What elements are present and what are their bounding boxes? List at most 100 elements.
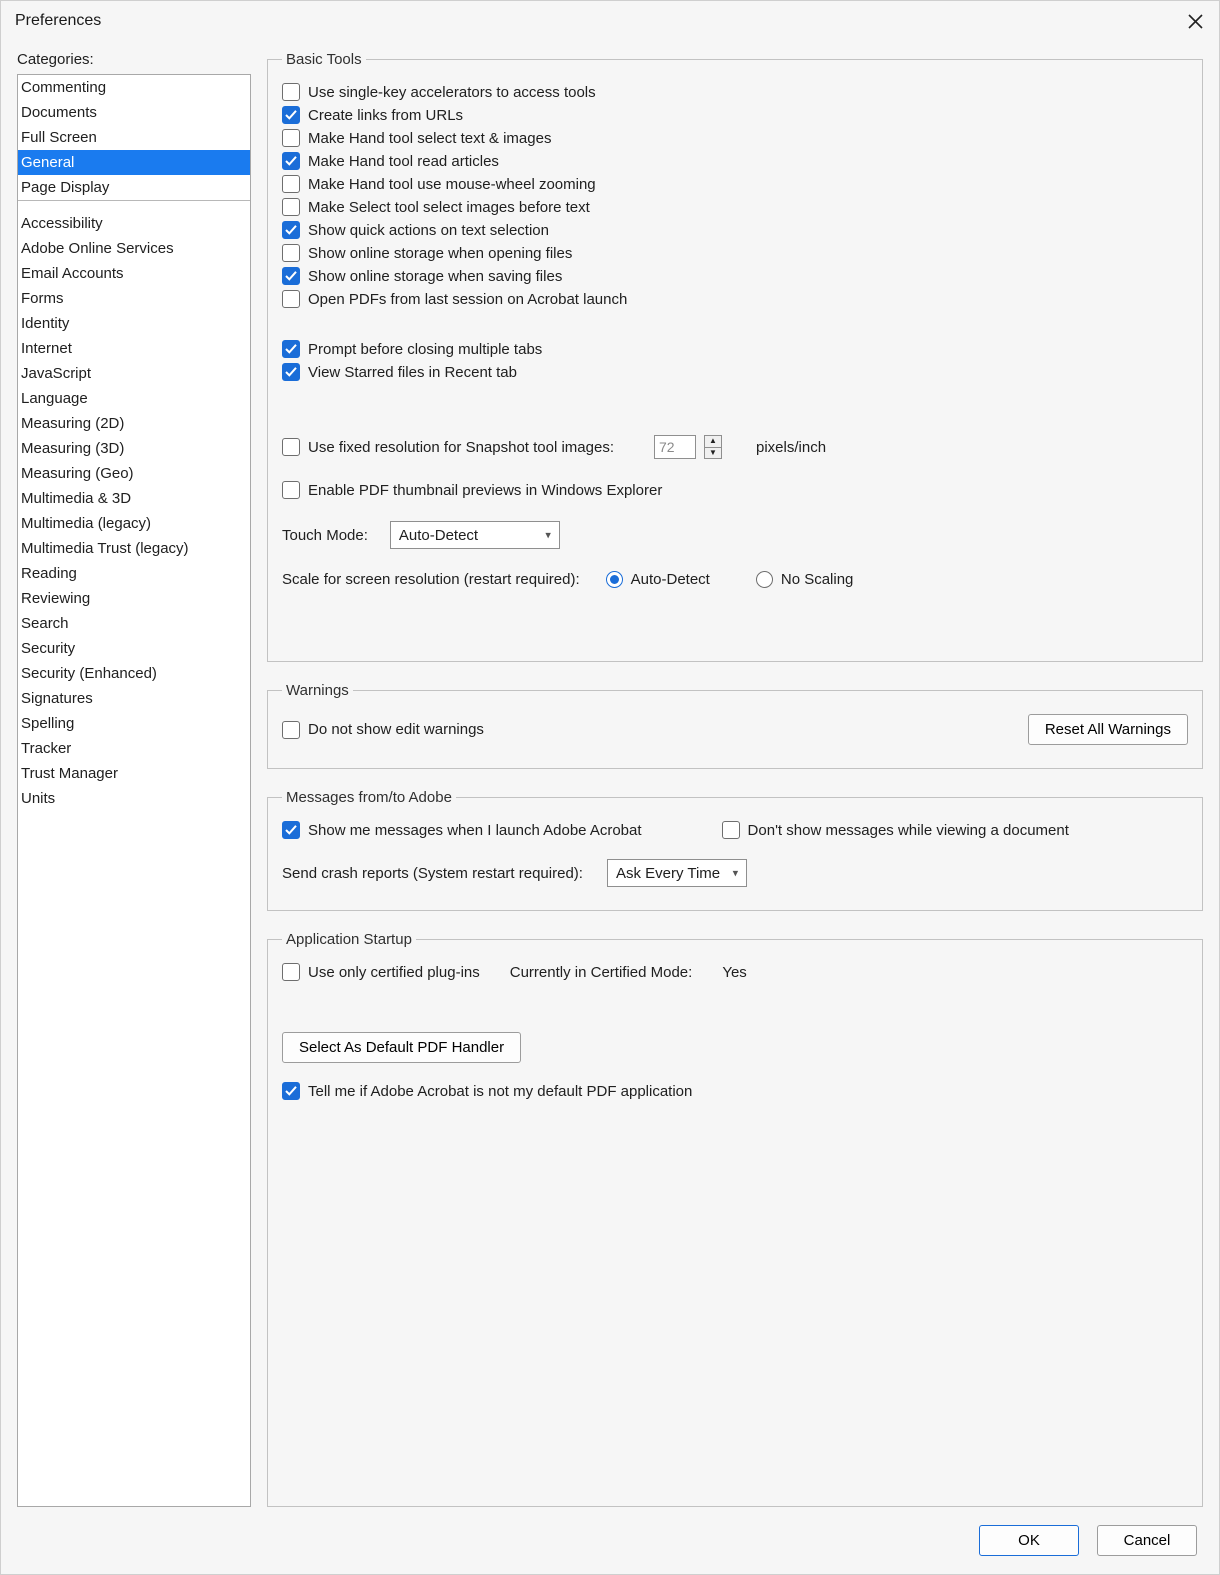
category-item[interactable]: Security (Enhanced)	[18, 661, 250, 686]
checkbox[interactable]	[282, 106, 300, 124]
window-title: Preferences	[15, 12, 101, 30]
category-item[interactable]: Reading	[18, 561, 250, 586]
certified-plugins-checkbox[interactable]	[282, 963, 300, 981]
checkbox-label: Make Select tool select images before te…	[308, 199, 590, 216]
show-messages-checkbox[interactable]	[282, 821, 300, 839]
checkbox[interactable]	[282, 221, 300, 239]
categories-heading: Categories:	[17, 51, 251, 68]
category-item[interactable]: Identity	[18, 311, 250, 336]
checkbox-row: Show online storage when saving files	[282, 267, 1188, 285]
category-item[interactable]: Language	[18, 386, 250, 411]
category-item[interactable]: Documents	[18, 100, 250, 125]
checkbox[interactable]	[282, 175, 300, 193]
default-pdf-handler-button[interactable]: Select As Default PDF Handler	[282, 1032, 521, 1063]
cancel-button[interactable]: Cancel	[1097, 1525, 1197, 1556]
category-item[interactable]: Full Screen	[18, 125, 250, 150]
dont-show-messages-label: Don't show messages while viewing a docu…	[748, 822, 1069, 839]
main-column: Basic Tools Use single-key accelerators …	[267, 51, 1203, 1507]
checkbox-row: Make Hand tool select text & images	[282, 129, 1188, 147]
checkbox-row: Use single-key accelerators to access to…	[282, 83, 1188, 101]
checkbox-row: Make Hand tool read articles	[282, 152, 1188, 170]
checkbox[interactable]	[282, 198, 300, 216]
dont-show-messages-checkbox[interactable]	[722, 821, 740, 839]
checkbox-row: Show online storage when opening files	[282, 244, 1188, 262]
checkbox[interactable]	[282, 340, 300, 358]
category-item[interactable]: Measuring (Geo)	[18, 461, 250, 486]
category-item[interactable]: Measuring (3D)	[18, 436, 250, 461]
titlebar: Preferences	[1, 1, 1219, 41]
category-item[interactable]: Multimedia & 3D	[18, 486, 250, 511]
checkbox-row: Open PDFs from last session on Acrobat l…	[282, 290, 1188, 308]
category-item[interactable]: Multimedia Trust (legacy)	[18, 536, 250, 561]
certified-plugins-label: Use only certified plug-ins	[308, 964, 480, 981]
warnings-legend: Warnings	[282, 682, 353, 699]
warnings-group: Warnings Do not show edit warnings Reset…	[267, 682, 1203, 769]
crash-reports-label: Send crash reports (System restart requi…	[282, 865, 583, 882]
category-item[interactable]: Email Accounts	[18, 261, 250, 286]
scale-no-scaling-radio[interactable]	[756, 571, 773, 588]
checkbox[interactable]	[282, 152, 300, 170]
checkbox-row: Create links from URLs	[282, 106, 1188, 124]
ok-button[interactable]: OK	[979, 1525, 1079, 1556]
edit-warnings-label: Do not show edit warnings	[308, 721, 484, 738]
category-item[interactable]: General	[18, 150, 250, 175]
dialog-body: Categories: CommentingDocumentsFull Scre…	[1, 41, 1219, 1507]
scale-auto-detect-radio[interactable]	[606, 571, 623, 588]
snapshot-checkbox[interactable]	[282, 438, 300, 456]
category-item[interactable]: Units	[18, 786, 250, 811]
checkbox-row: Make Select tool select images before te…	[282, 198, 1188, 216]
category-item[interactable]: Tracker	[18, 736, 250, 761]
checkbox[interactable]	[282, 244, 300, 262]
snapshot-spinner[interactable]: ▲▼	[704, 435, 722, 459]
category-item[interactable]: Internet	[18, 336, 250, 361]
checkbox[interactable]	[282, 83, 300, 101]
show-messages-label: Show me messages when I launch Adobe Acr…	[308, 822, 642, 839]
checkbox[interactable]	[282, 267, 300, 285]
category-item[interactable]: Search	[18, 611, 250, 636]
startup-legend: Application Startup	[282, 931, 416, 948]
category-item[interactable]: Page Display	[18, 175, 250, 200]
category-item[interactable]: Forms	[18, 286, 250, 311]
checkbox-label: Use single-key accelerators to access to…	[308, 84, 596, 101]
certified-mode-value: Yes	[722, 964, 746, 981]
checkbox-label: Show quick actions on text selection	[308, 222, 549, 239]
checkbox[interactable]	[282, 363, 300, 381]
preferences-dialog: Preferences Categories: CommentingDocume…	[0, 0, 1220, 1575]
touch-mode-value: Auto-Detect	[399, 527, 478, 544]
checkbox-row: Make Hand tool use mouse-wheel zooming	[282, 175, 1188, 193]
category-item[interactable]: Multimedia (legacy)	[18, 511, 250, 536]
checkbox-row: Prompt before closing multiple tabs	[282, 340, 1188, 358]
snapshot-unit: pixels/inch	[756, 439, 826, 456]
default-app-checkbox[interactable]	[282, 1082, 300, 1100]
category-item[interactable]: Trust Manager	[18, 761, 250, 786]
category-item[interactable]: Adobe Online Services	[18, 236, 250, 261]
checkbox-row: View Starred files in Recent tab	[282, 363, 1188, 381]
category-item[interactable]: Reviewing	[18, 586, 250, 611]
snapshot-label: Use fixed resolution for Snapshot tool i…	[308, 439, 614, 456]
basic-tools-group: Basic Tools Use single-key accelerators …	[267, 51, 1203, 662]
checkbox[interactable]	[282, 129, 300, 147]
scale-row: Scale for screen resolution (restart req…	[282, 571, 1188, 588]
touch-mode-select[interactable]: Auto-Detect ▾	[390, 521, 560, 549]
category-item[interactable]: Security	[18, 636, 250, 661]
thumbnail-checkbox[interactable]	[282, 481, 300, 499]
crash-reports-select[interactable]: Ask Every Time ▾	[607, 859, 747, 887]
checkbox-label: Prompt before closing multiple tabs	[308, 341, 542, 358]
categories-column: Categories: CommentingDocumentsFull Scre…	[17, 51, 251, 1507]
close-icon[interactable]	[1185, 11, 1205, 31]
edit-warnings-checkbox[interactable]	[282, 721, 300, 739]
chevron-down-icon: ▾	[545, 529, 551, 542]
category-item[interactable]: Measuring (2D)	[18, 411, 250, 436]
checkbox-label: Create links from URLs	[308, 107, 463, 124]
snapshot-resolution-input[interactable]	[654, 435, 696, 459]
category-item[interactable]: Spelling	[18, 711, 250, 736]
category-item[interactable]: Accessibility	[18, 211, 250, 236]
categories-listbox[interactable]: CommentingDocumentsFull ScreenGeneralPag…	[17, 74, 251, 1507]
checkbox-label: Open PDFs from last session on Acrobat l…	[308, 291, 627, 308]
checkbox[interactable]	[282, 290, 300, 308]
category-item[interactable]: Commenting	[18, 75, 250, 100]
category-item[interactable]: JavaScript	[18, 361, 250, 386]
reset-warnings-button[interactable]: Reset All Warnings	[1028, 714, 1188, 745]
snapshot-row: Use fixed resolution for Snapshot tool i…	[282, 435, 1188, 459]
category-item[interactable]: Signatures	[18, 686, 250, 711]
